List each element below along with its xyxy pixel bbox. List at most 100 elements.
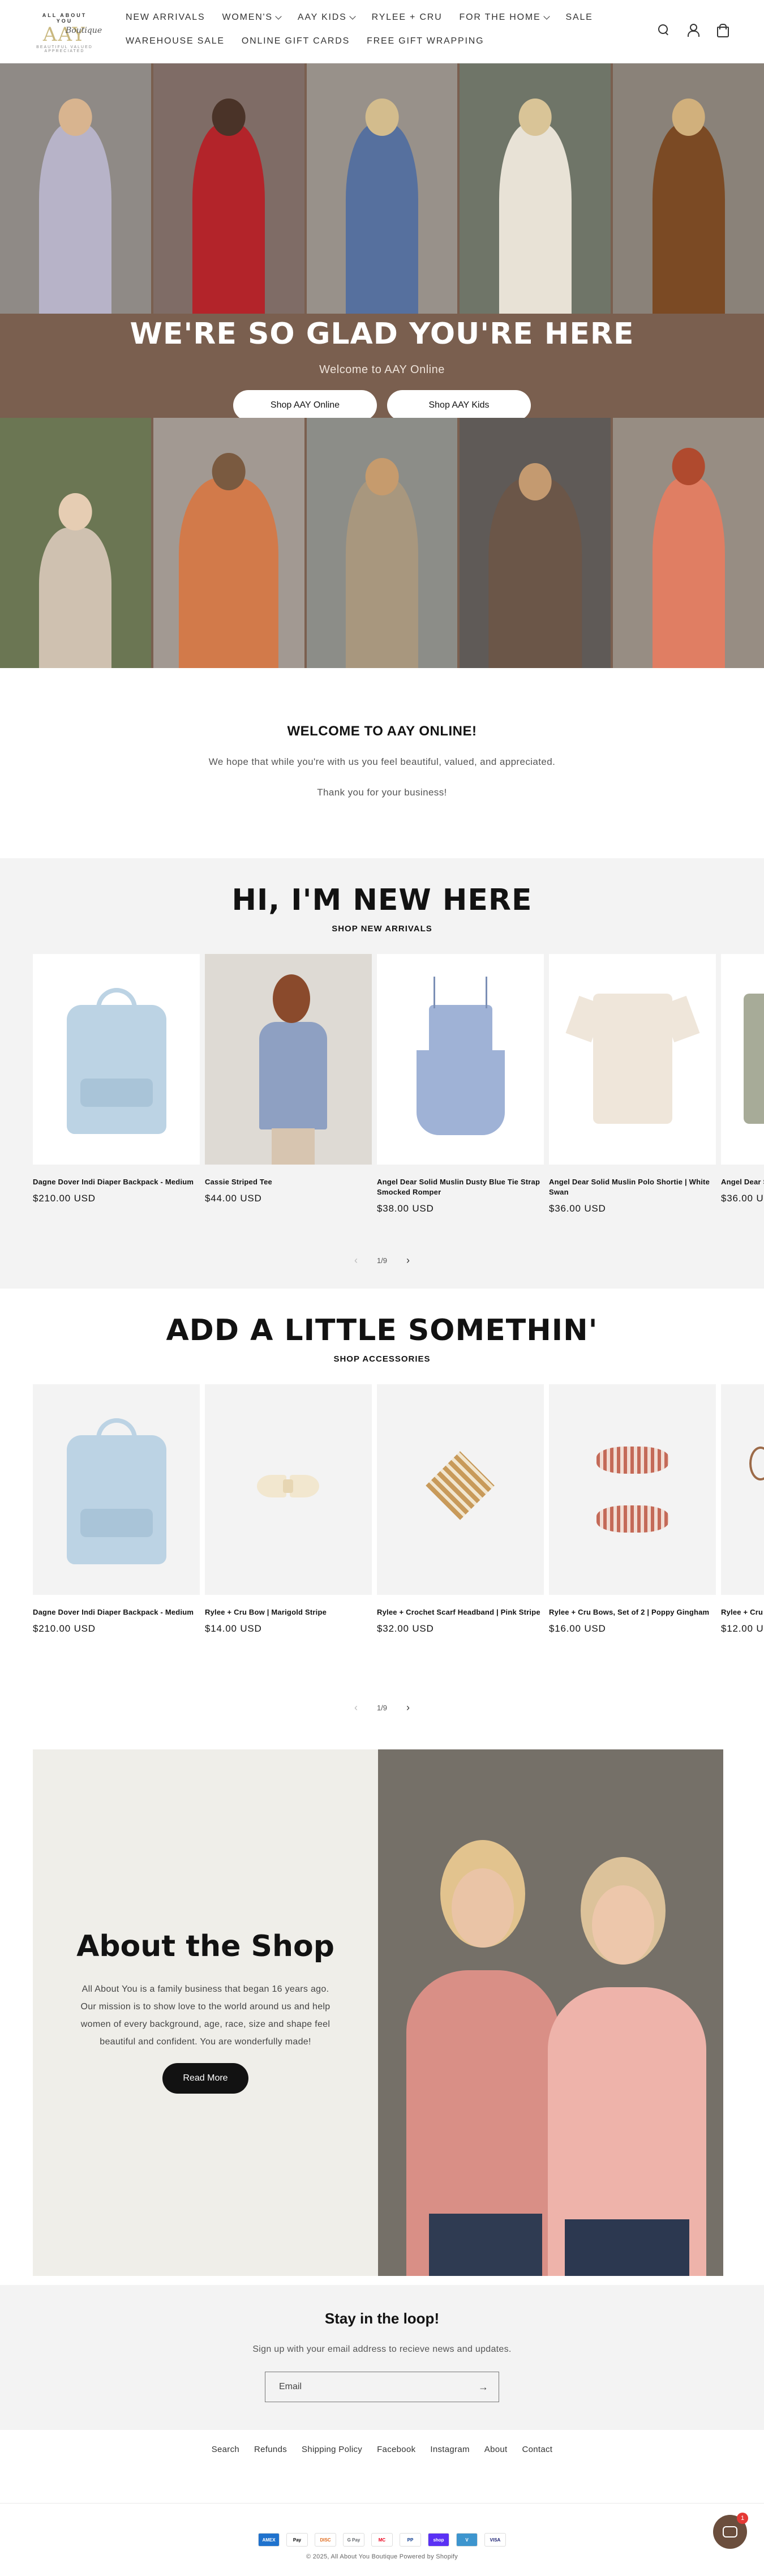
site-header: ALL ABOUT YOU AAY Boutique BEAUTIFUL VAL…	[0, 0, 764, 63]
newsletter-title: Stay in the loop!	[324, 2310, 440, 2327]
chevron-down-icon	[543, 13, 550, 20]
welcome-section: WELCOME TO AAY ONLINE! We hope that whil…	[0, 668, 764, 858]
product-card[interactable]: Angel Dear Solid Muslin | Desert Gr $36.…	[721, 954, 764, 1204]
mastercard-icon: MC	[371, 2533, 393, 2547]
product-card[interactable]: Rylee + Crochet Scarf Headband | Pink St…	[377, 1384, 544, 1634]
hero-photo	[0, 418, 153, 668]
product-image	[721, 1384, 764, 1595]
subscribe-arrow-icon[interactable]: →	[478, 2381, 488, 2393]
slide-counter: 1/9	[376, 1704, 388, 1712]
product-image	[377, 1384, 544, 1595]
product-price: $210.00 USD	[33, 1193, 96, 1204]
nav-gift-cards[interactable]: ONLINE GIFT CARDS	[242, 36, 350, 46]
product-card[interactable]: Rylee + Cru Gingham $12.00 USD	[721, 1384, 764, 1634]
footer-link-about[interactable]: About	[484, 2445, 508, 2503]
footer-link-instagram[interactable]: Instagram	[430, 2445, 469, 2503]
nav-rylee-cru[interactable]: RYLEE + CRU	[372, 12, 443, 23]
nav-womens[interactable]: WOMEN'S	[222, 12, 282, 23]
hero-banner: WE'RE SO GLAD YOU'RE HERE Welcome to AAY…	[0, 63, 764, 668]
chat-notification-badge: 1	[737, 2513, 748, 2524]
product-card[interactable]: Cassie Striped Tee $44.00 USD	[205, 954, 372, 1204]
copyright-text: © 2025, All About You Boutique Powered b…	[306, 2553, 458, 2560]
read-more-button[interactable]: Read More	[162, 2063, 248, 2094]
footer-link-facebook[interactable]: Facebook	[377, 2445, 415, 2503]
product-price: $16.00 USD	[549, 1623, 606, 1634]
product-card[interactable]: Rylee + Cru Bow | Marigold Stripe $14.00…	[205, 1384, 372, 1634]
shop-aay-online-button[interactable]: Shop AAY Online	[233, 390, 377, 421]
next-slide-button[interactable]: ›	[406, 1702, 410, 1714]
nav-for-the-home[interactable]: FOR THE HOME	[460, 12, 550, 23]
discover-icon: DISC	[315, 2533, 336, 2547]
product-image	[33, 954, 200, 1165]
nav-new-arrivals[interactable]: NEW ARRIVALS	[126, 12, 205, 23]
about-section: About the Shop All About You is a family…	[0, 1719, 764, 2285]
email-field-wrapper: →	[265, 2372, 499, 2402]
previous-slide-button[interactable]: ‹	[354, 1702, 358, 1714]
footer-link-shipping[interactable]: Shipping Policy	[302, 2445, 362, 2503]
new-arrivals-section: HI, I'M NEW HERE SHOP NEW ARRIVALS Dagne…	[0, 858, 764, 1289]
product-image	[549, 954, 716, 1165]
product-card[interactable]: Angel Dear Solid Muslin Dusty Blue Tie S…	[377, 954, 544, 1214]
hero-title: WE'RE SO GLAD YOU'RE HERE	[130, 317, 634, 351]
product-image	[377, 954, 544, 1165]
shop-accessories-link[interactable]: SHOP ACCESSORIES	[0, 1354, 764, 1364]
accessories-slider: Dagne Dover Indi Diaper Backpack - Mediu…	[33, 1384, 764, 1679]
nav-gift-wrapping[interactable]: FREE GIFT WRAPPING	[367, 36, 484, 46]
product-name: Rylee + Cru Bow | Marigold Stripe	[205, 1608, 327, 1616]
account-icon[interactable]	[686, 23, 699, 37]
paypal-icon: PP	[400, 2533, 421, 2547]
brand-subline: BEAUTIFUL VALUED APPRECIATED	[36, 45, 93, 53]
hero-photo	[460, 63, 613, 314]
welcome-title: WELCOME TO AAY ONLINE!	[287, 724, 477, 739]
about-text-panel: About the Shop All About You is a family…	[33, 1749, 378, 2276]
nav-warehouse-sale[interactable]: WAREHOUSE SALE	[126, 36, 225, 46]
product-image	[549, 1384, 716, 1595]
hero-photo	[613, 63, 764, 314]
email-field[interactable]	[279, 2382, 460, 2392]
product-name: Dagne Dover Indi Diaper Backpack - Mediu…	[33, 1608, 194, 1616]
site-footer: Search Refunds Shipping Policy Facebook …	[0, 2430, 764, 2576]
product-card[interactable]: Rylee + Cru Bows, Set of 2 | Poppy Gingh…	[549, 1384, 716, 1634]
nav-aay-kids[interactable]: AAY KIDS	[298, 12, 356, 23]
next-slide-button[interactable]: ›	[406, 1255, 410, 1266]
about-title: About the Shop	[76, 1929, 334, 1963]
product-card[interactable]: Angel Dear Solid Muslin Polo Shortie | W…	[549, 954, 716, 1214]
hero-photo	[306, 63, 460, 314]
accessories-title: ADD A LITTLE SOMETHIN'	[166, 1313, 598, 1347]
slide-counter: 1/9	[376, 1256, 388, 1265]
nav-sale[interactable]: SALE	[566, 12, 593, 23]
search-icon[interactable]	[656, 23, 670, 36]
product-card[interactable]: Dagne Dover Indi Diaper Backpack - Mediu…	[33, 954, 200, 1204]
footer-link-search[interactable]: Search	[212, 2445, 239, 2503]
footer-links: Search Refunds Shipping Policy Facebook …	[0, 2430, 764, 2504]
product-price: $38.00 USD	[377, 1203, 434, 1214]
footer-link-refunds[interactable]: Refunds	[254, 2445, 287, 2503]
product-name: Angel Dear Solid Muslin | Desert Gr	[721, 1178, 764, 1186]
hero-photo	[306, 418, 460, 668]
previous-slide-button[interactable]: ‹	[354, 1255, 358, 1266]
new-arrivals-pager: ‹ 1/9 ›	[0, 1255, 764, 1266]
brand-logo[interactable]: ALL ABOUT YOU AAY Boutique BEAUTIFUL VAL…	[33, 12, 102, 53]
product-image	[33, 1384, 200, 1595]
chat-icon	[723, 2526, 737, 2538]
product-price: $32.00 USD	[377, 1623, 434, 1634]
footer-link-contact[interactable]: Contact	[522, 2445, 552, 2503]
product-name: Angel Dear Solid Muslin Dusty Blue Tie S…	[377, 1178, 540, 1196]
chat-button[interactable]: 1	[713, 2513, 748, 2549]
hero-photo	[0, 63, 153, 314]
chevron-down-icon	[275, 13, 282, 20]
cart-icon[interactable]	[715, 23, 729, 37]
product-price: $36.00 USD	[549, 1203, 606, 1214]
brand-script: Boutique	[66, 26, 102, 35]
shop-pay-icon: shop	[428, 2533, 449, 2547]
hero-photos-top	[0, 63, 764, 314]
hero-photo	[153, 418, 307, 668]
newsletter-text: Sign up with your email address to recie…	[252, 2344, 512, 2354]
visa-icon: VISA	[484, 2533, 506, 2547]
shop-aay-kids-button[interactable]: Shop AAY Kids	[387, 390, 531, 421]
product-card[interactable]: Dagne Dover Indi Diaper Backpack - Mediu…	[33, 1384, 200, 1634]
shop-new-arrivals-link[interactable]: SHOP NEW ARRIVALS	[0, 924, 764, 934]
google-pay-icon: G Pay	[343, 2533, 364, 2547]
product-image	[205, 1384, 372, 1595]
product-name: Rylee + Cru Bows, Set of 2 | Poppy Gingh…	[549, 1608, 710, 1616]
